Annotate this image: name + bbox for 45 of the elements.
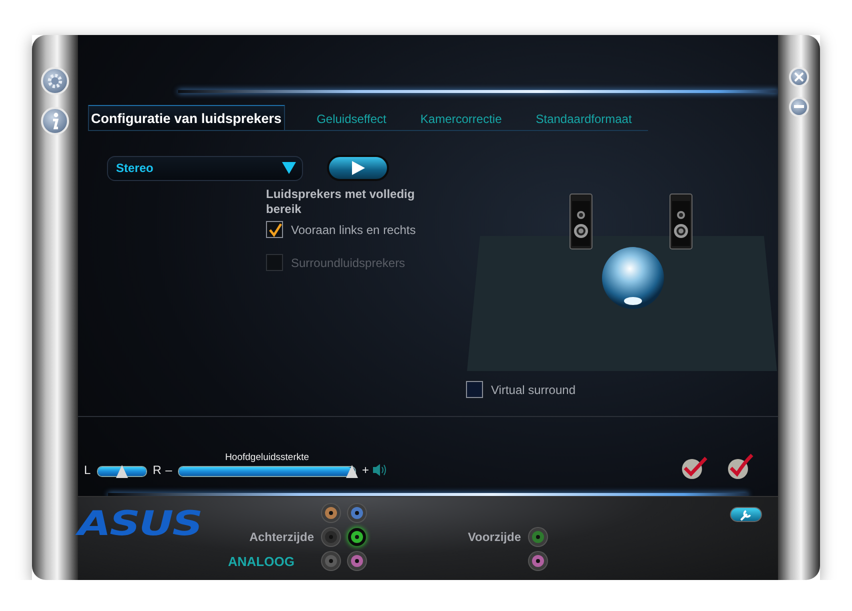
- checkbox[interactable]: [266, 221, 283, 238]
- wrench-icon: [740, 508, 752, 520]
- info-button[interactable]: [41, 107, 69, 135]
- section-heading: Luidsprekers met volledig bereik: [266, 187, 416, 217]
- volume-label: Hoofdgeluidssterkte: [225, 452, 310, 463]
- play-button[interactable]: [327, 155, 389, 181]
- audio-jack[interactable]: [529, 528, 547, 546]
- volume-slider[interactable]: [178, 466, 356, 477]
- audio-jack[interactable]: [322, 504, 340, 522]
- audio-jack[interactable]: [348, 528, 366, 546]
- right-label: R: [152, 463, 162, 477]
- volume-minus[interactable]: –: [165, 463, 172, 477]
- tab[interactable]: Configuratie van luidsprekers: [88, 105, 285, 130]
- connector-type-label: ANALOOG: [228, 554, 296, 568]
- slider-thumb[interactable]: [116, 465, 128, 478]
- play-icon: [351, 161, 365, 175]
- checkbox-label: Virtual surround: [491, 382, 576, 396]
- checkbox-label: Vooraan links en rechts: [291, 222, 416, 236]
- close-button[interactable]: [789, 67, 809, 87]
- listener-sphere: [602, 247, 664, 309]
- check-icon: [726, 453, 754, 481]
- speaker-config-dropdown[interactable]: Stereo: [107, 156, 303, 180]
- checkbox-label: Surroundluidsprekers: [291, 256, 406, 270]
- checkmark-icon: [268, 222, 282, 236]
- tab[interactable]: Standaardformaat: [522, 106, 646, 130]
- audio-jack[interactable]: [529, 552, 547, 570]
- minimize-button[interactable]: [789, 97, 809, 117]
- speaker-icon: [570, 194, 592, 250]
- settings-icon: [46, 72, 64, 90]
- port-group-label: Voorzijde: [468, 530, 522, 544]
- check-button[interactable]: [726, 453, 754, 481]
- audio-jack[interactable]: [348, 552, 366, 570]
- volume-plus[interactable]: +: [362, 463, 370, 477]
- close-icon: [794, 72, 804, 82]
- caret-icon: [282, 162, 296, 174]
- checkbox[interactable]: [466, 381, 483, 398]
- speaker-icon: [670, 194, 692, 250]
- balance-slider[interactable]: [96, 466, 147, 477]
- port-group-label: Achterzijde: [249, 530, 315, 544]
- tab[interactable]: Geluidseffect: [302, 106, 400, 130]
- minimize-icon: [794, 105, 804, 109]
- left-label: L: [84, 463, 91, 477]
- settings-button[interactable]: [730, 507, 762, 522]
- tab[interactable]: Kamercorrectie: [406, 106, 516, 130]
- audio-jack[interactable]: [348, 504, 366, 522]
